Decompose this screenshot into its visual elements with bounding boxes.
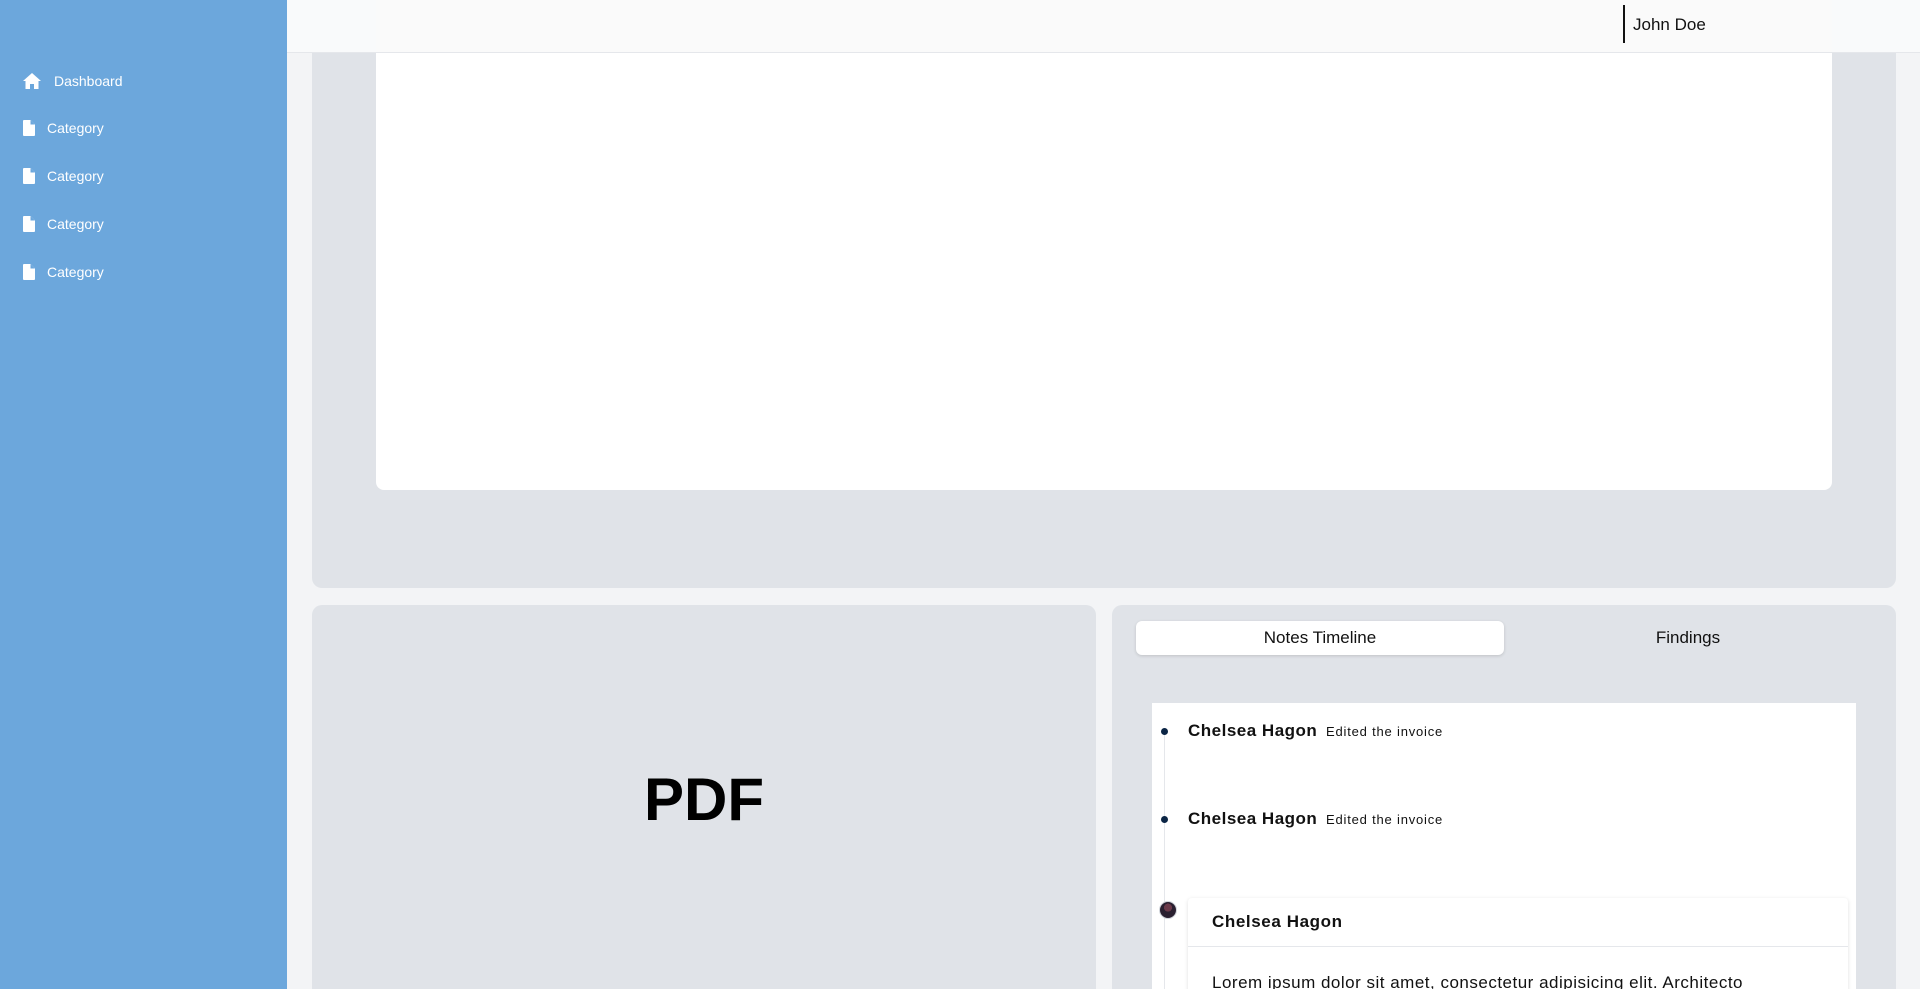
sidebar-item-dashboard[interactable]: Dashboard <box>22 72 123 90</box>
sidebar-item-label: Category <box>47 120 104 136</box>
timeline-action: Edited the invoice <box>1326 724 1444 739</box>
timeline-dot <box>1161 728 1168 735</box>
timeline-line <box>1164 731 1165 989</box>
sidebar-item-category[interactable]: Category <box>23 216 104 232</box>
pdf-label: PDF <box>644 766 764 833</box>
tab-findings[interactable]: Findings <box>1504 621 1872 655</box>
main-card <box>376 53 1832 490</box>
comment-text: Lorem ipsum dolor sit amet, consectetur … <box>1212 973 1744 989</box>
comment-author: Chelsea Hagon <box>1188 898 1848 947</box>
notes-panel: Notes Timeline Findings Chelsea Hagon Ed… <box>1112 605 1896 989</box>
sidebar-item-category[interactable]: Category <box>23 264 104 280</box>
sidebar: Dashboard Category Category Category Cat… <box>0 0 287 989</box>
notes-timeline: Chelsea Hagon Edited the invoice Chelsea… <box>1152 703 1856 989</box>
document-icon <box>23 168 35 184</box>
timeline-author: Chelsea Hagon <box>1188 721 1318 740</box>
document-icon <box>23 216 35 232</box>
sidebar-item-label: Category <box>47 264 104 280</box>
sidebar-item-label: Dashboard <box>54 73 123 89</box>
timeline-dot <box>1161 816 1168 823</box>
sidebar-item-category[interactable]: Category <box>23 168 104 184</box>
document-icon <box>23 120 35 136</box>
avatar <box>1159 901 1177 919</box>
user-name[interactable]: John Doe <box>1633 15 1706 35</box>
header-divider <box>1623 5 1625 43</box>
sidebar-item-label: Category <box>47 216 104 232</box>
pdf-viewer: PDF <box>312 605 1096 989</box>
sidebar-item-label: Category <box>47 168 104 184</box>
timeline-action: Edited the invoice <box>1326 812 1444 827</box>
home-icon <box>22 72 42 90</box>
timeline-entry: Chelsea Hagon Edited the invoice <box>1188 721 1443 741</box>
timeline-author: Chelsea Hagon <box>1188 809 1318 828</box>
document-icon <box>23 264 35 280</box>
timeline-entry: Chelsea Hagon Edited the invoice <box>1188 809 1443 829</box>
tab-notes-timeline[interactable]: Notes Timeline <box>1136 621 1504 655</box>
sidebar-item-category[interactable]: Category <box>23 120 104 136</box>
comment-card: Chelsea Hagon Lorem ipsum dolor sit amet… <box>1188 898 1848 989</box>
header-bar <box>376 0 1832 52</box>
